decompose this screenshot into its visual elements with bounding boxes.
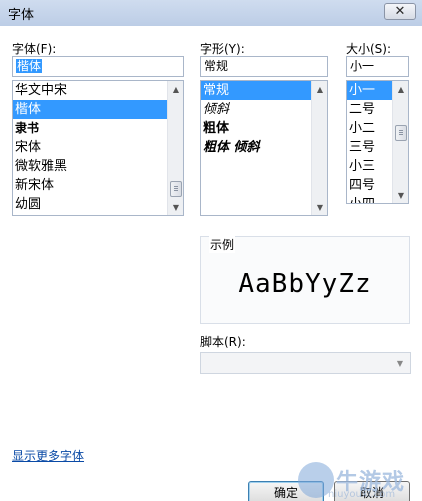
preview-box: 示例 AaBbYyZz <box>200 236 410 324</box>
scroll-up-icon[interactable]: ▲ <box>168 81 183 97</box>
chevron-down-icon[interactable]: ▼ <box>392 355 408 371</box>
size-list-scrollbar[interactable]: ▲ ▼ <box>392 81 408 203</box>
font-list-item[interactable]: 新宋体 <box>13 176 183 195</box>
style-list-item[interactable]: 粗体 <box>201 119 327 138</box>
scroll-down-icon[interactable]: ▼ <box>312 199 327 215</box>
style-input[interactable]: 常规 <box>200 56 328 77</box>
scroll-up-icon[interactable]: ▲ <box>393 81 408 97</box>
preview-sample-text: AaBbYyZz <box>238 269 372 299</box>
script-label: 脚本(R): <box>200 335 246 349</box>
font-list-item[interactable]: 楷体 <box>13 100 183 119</box>
script-select[interactable]: ▼ <box>200 352 411 374</box>
ok-button-label: 确定 <box>273 486 298 500</box>
size-list-scroll-thumb[interactable] <box>395 125 407 141</box>
size-input[interactable]: 小一 <box>346 56 409 77</box>
size-input-value: 小一 <box>350 59 375 73</box>
style-list-scrollbar[interactable]: ▲ ▼ <box>311 81 327 215</box>
style-list-item[interactable]: 粗体 倾斜 <box>201 138 327 157</box>
style-label: 字形(Y): <box>200 42 245 56</box>
show-more-fonts-link[interactable]: 显示更多字体 <box>12 447 84 464</box>
watermark-url: niuyouxi.com <box>328 489 396 500</box>
scroll-down-icon[interactable]: ▼ <box>168 199 183 215</box>
style-list[interactable]: 常规 倾斜 粗体 粗体 倾斜 ▲ ▼ <box>200 80 328 216</box>
font-list-item[interactable]: 隶书 <box>13 119 183 138</box>
dialog-body: 字体(F): 楷体 华文中宋 楷体 隶书 宋体 微软雅黑 新宋体 幼圆 ▲ ▼ 字形(Y):… <box>0 26 422 501</box>
preview-label: 示例 <box>209 236 236 253</box>
font-list-item[interactable]: 华文中宋 <box>13 81 183 100</box>
scroll-up-icon[interactable]: ▲ <box>312 81 327 97</box>
size-label: 大小(S): <box>346 42 392 56</box>
window-title: 字体 <box>8 8 35 23</box>
font-list-scrollbar[interactable]: ▲ ▼ <box>167 81 183 215</box>
title-bar: 字体 ✕ <box>0 0 422 26</box>
font-label: 字体(F): <box>12 42 57 56</box>
font-list-items: 华文中宋 楷体 隶书 宋体 微软雅黑 新宋体 幼圆 <box>13 81 183 214</box>
close-button[interactable]: ✕ <box>384 3 416 20</box>
font-input[interactable]: 楷体 <box>12 56 184 77</box>
font-input-value: 楷体 <box>16 59 43 73</box>
style-list-item[interactable]: 倾斜 <box>201 100 327 119</box>
watermark: 牛游戏 niuyouxi.com <box>298 462 418 500</box>
style-list-item[interactable]: 常规 <box>201 81 327 100</box>
size-list[interactable]: 小一二号小二三号小三四号小四 ▲ ▼ <box>346 80 409 204</box>
font-list[interactable]: 华文中宋 楷体 隶书 宋体 微软雅黑 新宋体 幼圆 ▲ ▼ <box>12 80 184 216</box>
font-list-item[interactable]: 宋体 <box>13 138 183 157</box>
style-input-value: 常规 <box>204 59 229 73</box>
style-list-items: 常规 倾斜 粗体 粗体 倾斜 <box>201 81 327 157</box>
font-list-item[interactable]: 幼圆 <box>13 195 183 214</box>
font-list-item[interactable]: 微软雅黑 <box>13 157 183 176</box>
close-icon: ✕ <box>394 4 406 19</box>
scroll-down-icon[interactable]: ▼ <box>393 187 408 203</box>
font-list-scroll-thumb[interactable] <box>170 181 182 197</box>
